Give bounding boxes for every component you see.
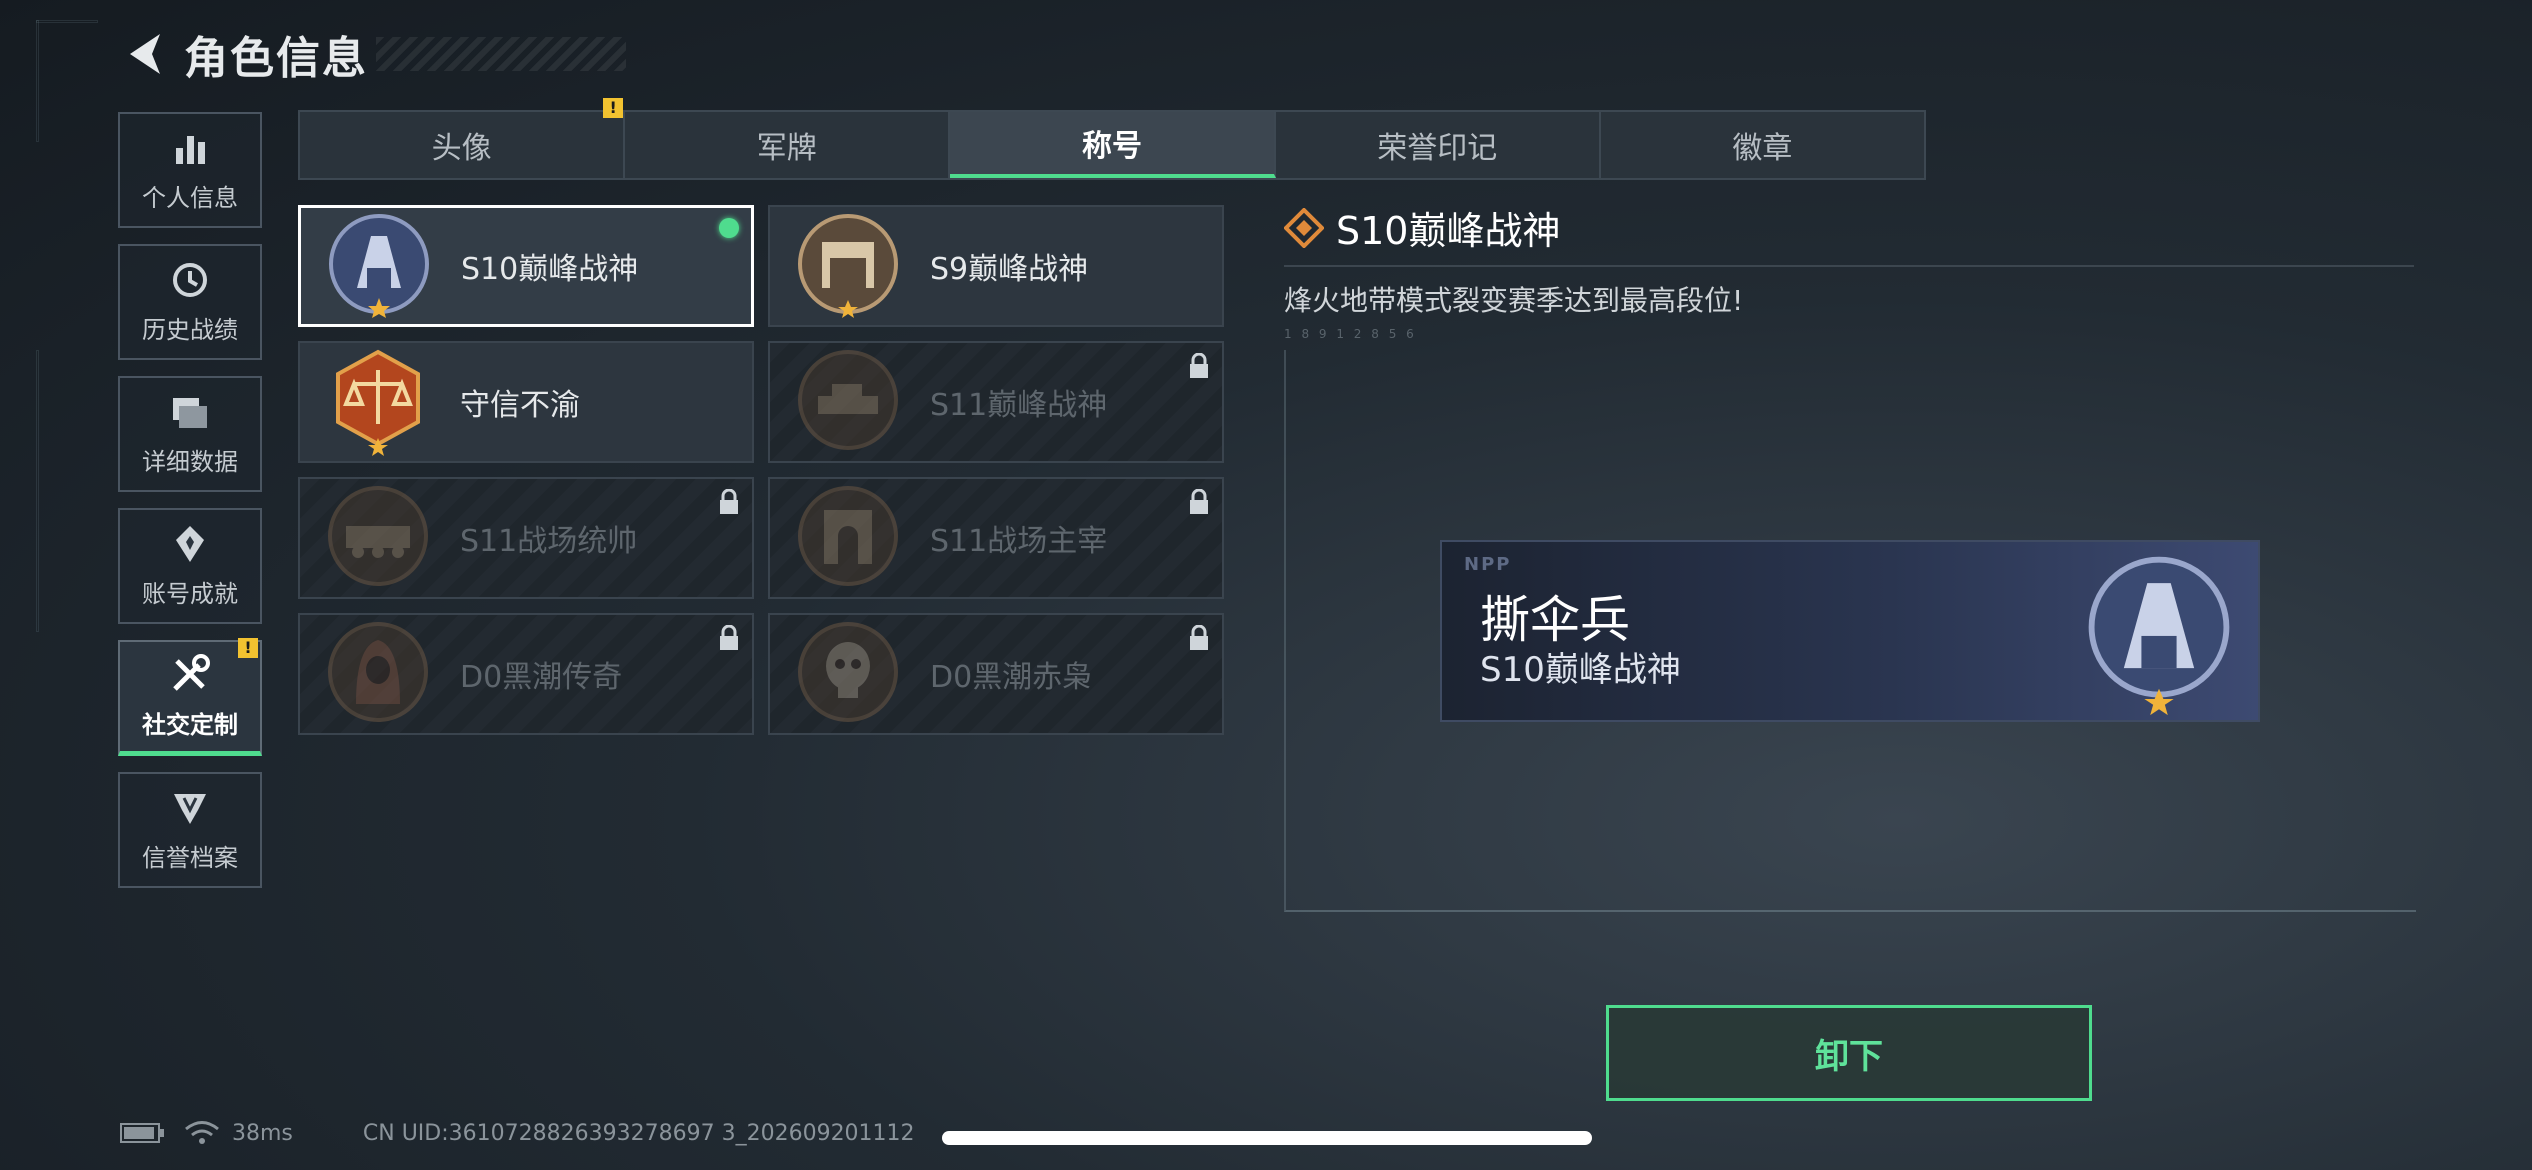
detail-description: 烽火地带模式裂变赛季达到最高段位! bbox=[1284, 284, 1744, 317]
title-name: 守信不渝 bbox=[460, 388, 580, 423]
bar-chart-icon bbox=[176, 135, 205, 164]
title-card[interactable]: 守信不渝 bbox=[298, 341, 754, 463]
sidebar-item-details[interactable]: 详细数据 bbox=[118, 376, 262, 492]
hooded-emblem-icon bbox=[320, 616, 436, 732]
back-arrow-icon bbox=[130, 34, 160, 74]
page-header: 角色信息 bbox=[118, 22, 626, 86]
battery-icon bbox=[120, 1123, 164, 1143]
sidebar-item-label: 个人信息 bbox=[142, 183, 238, 212]
page-title: 角色信息 bbox=[184, 33, 368, 84]
title-name: S11战场统帅 bbox=[460, 524, 638, 559]
tank-emblem-icon bbox=[790, 344, 906, 460]
tab-label: 头像 bbox=[431, 131, 492, 166]
title-stripe bbox=[376, 37, 626, 71]
sidebar-item-label: 历史战绩 bbox=[142, 315, 238, 344]
title-card[interactable]: S11战场统帅 bbox=[298, 477, 754, 599]
sidebar-item-achievements[interactable]: 账号成就 bbox=[118, 508, 262, 624]
tab-military-tag[interactable]: 军牌 bbox=[625, 112, 951, 178]
achievement-icon bbox=[176, 525, 204, 562]
nameplate-title: S10巅峰战神 bbox=[1480, 650, 1681, 690]
scales-emblem-icon bbox=[320, 344, 436, 460]
tab-label: 徽章 bbox=[1732, 131, 1793, 166]
tab-bar: 头像 ! 军牌 称号 荣誉印记 徽章 bbox=[298, 98, 1926, 180]
arch-emblem-icon bbox=[790, 480, 906, 596]
diamond-marker-icon bbox=[1284, 207, 1324, 248]
tab-label: 荣誉印记 bbox=[1377, 131, 1498, 166]
sidebar-item-label: 详细数据 bbox=[142, 447, 238, 476]
title-name: S11战场主宰 bbox=[930, 524, 1108, 559]
folder-icon bbox=[173, 397, 207, 428]
sidebar-item-personal-info[interactable]: 个人信息 bbox=[118, 112, 262, 228]
sidebar-item-reputation[interactable]: 信誉档案 bbox=[118, 772, 262, 888]
peak-blue-emblem-icon bbox=[321, 208, 437, 324]
title-name: S9巅峰战神 bbox=[930, 252, 1089, 287]
title-card[interactable]: S11巅峰战神 bbox=[768, 341, 1224, 463]
sidebar-item-label: 信誉档案 bbox=[142, 843, 238, 872]
peak-bronze-emblem-icon bbox=[790, 208, 906, 324]
back-button[interactable] bbox=[118, 25, 170, 83]
skull-emblem-icon bbox=[790, 616, 906, 732]
equipped-indicator bbox=[719, 218, 739, 238]
title-name: S11巅峰战神 bbox=[930, 388, 1108, 423]
nameplate-preview: NPP 撕伞兵 S10巅峰战神 bbox=[1440, 540, 2260, 722]
title-detail-panel: S10巅峰战神 烽火地带模式裂变赛季达到最高段位! 1 8 9 1 2 8 5 … bbox=[1284, 200, 2414, 341]
lock-icon bbox=[718, 488, 740, 519]
nameplate-logo: NPP bbox=[1464, 554, 1512, 575]
title-name: D0黑潮赤枭 bbox=[930, 660, 1093, 695]
tab-avatar[interactable]: 头像 ! bbox=[300, 98, 626, 178]
title-name: S10巅峰战神 bbox=[461, 252, 639, 287]
tab-label: 称号 bbox=[1082, 129, 1142, 164]
alert-badge: ! bbox=[238, 638, 258, 658]
detail-header: S10巅峰战神 bbox=[1284, 200, 2414, 267]
tab-label: 军牌 bbox=[756, 131, 817, 166]
title-card[interactable]: S11战场主宰 bbox=[768, 477, 1224, 599]
detail-faint-text: 1 8 9 1 2 8 5 6 bbox=[1284, 327, 1417, 341]
corner-deco bbox=[36, 20, 39, 142]
ping-value: 38ms bbox=[232, 1120, 293, 1146]
title-card[interactable]: S9巅峰战神 bbox=[768, 205, 1224, 327]
corner-deco bbox=[36, 20, 98, 23]
peak-blue-emblem-icon bbox=[2074, 548, 2244, 718]
lock-icon bbox=[1188, 488, 1210, 519]
sidebar: 个人信息 历史战绩 详细数据 账号成就 ! 社交定制 信誉档案 bbox=[118, 112, 266, 904]
home-indicator[interactable] bbox=[942, 1131, 1592, 1145]
title-card[interactable]: S10巅峰战神 bbox=[298, 205, 754, 327]
vehicle-emblem-icon bbox=[320, 480, 436, 596]
title-card[interactable]: D0黑潮传奇 bbox=[298, 613, 754, 735]
sidebar-item-label: 社交定制 bbox=[142, 711, 238, 739]
sidebar-item-history[interactable]: 历史战绩 bbox=[118, 244, 262, 360]
tab-badge[interactable]: 徽章 bbox=[1601, 112, 1924, 178]
title-card[interactable]: D0黑潮赤枭 bbox=[768, 613, 1224, 735]
uid-text: CN UID:3610728826393278697 3_20260920111… bbox=[362, 1120, 915, 1146]
status-bar: 38ms CN UID:3610728826393278697 3_202609… bbox=[120, 1120, 915, 1146]
lock-icon bbox=[1188, 352, 1210, 383]
sidebar-item-social-custom[interactable]: ! 社交定制 bbox=[118, 638, 262, 756]
tab-honor-mark[interactable]: 荣誉印记 bbox=[1276, 112, 1601, 178]
unequip-button[interactable]: 卸下 bbox=[1606, 1005, 2092, 1101]
reputation-icon bbox=[174, 793, 206, 824]
tools-icon bbox=[173, 654, 210, 691]
edge-deco bbox=[36, 350, 39, 632]
tab-title[interactable]: 称号 bbox=[950, 112, 1276, 178]
lock-icon bbox=[1188, 624, 1210, 655]
wifi-icon bbox=[185, 1121, 219, 1144]
detail-title: S10巅峰战神 bbox=[1336, 209, 1561, 253]
history-icon bbox=[173, 262, 207, 297]
alert-badge: ! bbox=[603, 98, 624, 118]
title-name: D0黑潮传奇 bbox=[460, 660, 623, 695]
sidebar-item-label: 账号成就 bbox=[142, 579, 238, 608]
lock-icon bbox=[718, 624, 740, 655]
